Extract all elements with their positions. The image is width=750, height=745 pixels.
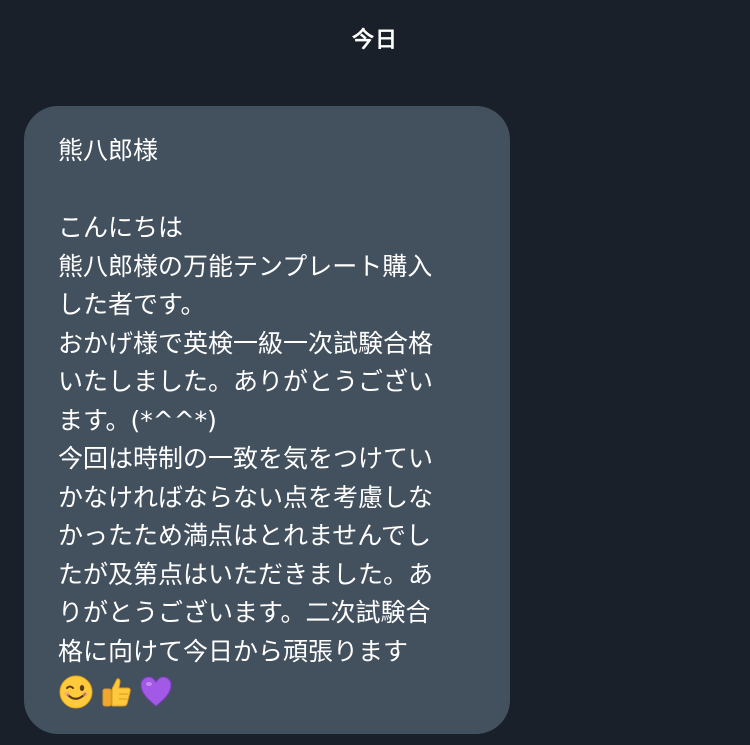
emoji-row [58,673,476,712]
message-line: かったため満点はとれませんでし [58,521,432,550]
message-salutation: 熊八郎様 [58,136,159,165]
message-line: たが及第点はいただきました。あ [58,559,434,589]
message-line: 今回は時制の一致を気をつけてい [58,444,434,473]
message-line: いたしました。ありがとうござい [58,367,434,396]
winking-face-icon [59,675,93,709]
message-line: 格に向けて今日から頑張ります [58,636,409,666]
message-line: おかげ様で英検一級一次試験合格 [58,328,434,358]
message-line: ます。(*^^*) [58,405,217,435]
message-line: こんにちは [58,213,184,242]
message-line: した者です。 [58,290,206,319]
date-divider: 今日 [351,28,398,53]
thumbs-up-icon [102,678,131,707]
message-line: かなければならない点を考慮しな [58,482,434,512]
message-line: 熊八郎様の万能テンプレート購入 [58,251,433,281]
message-line: りがとうございます。二次試験合 [58,598,431,627]
purple-heart-icon [140,676,172,707]
message-bubble[interactable]: 熊八郎様 こんにちは 熊八郎様の万能テンプレート購入 した者です。 おかげ様で英… [24,106,510,734]
